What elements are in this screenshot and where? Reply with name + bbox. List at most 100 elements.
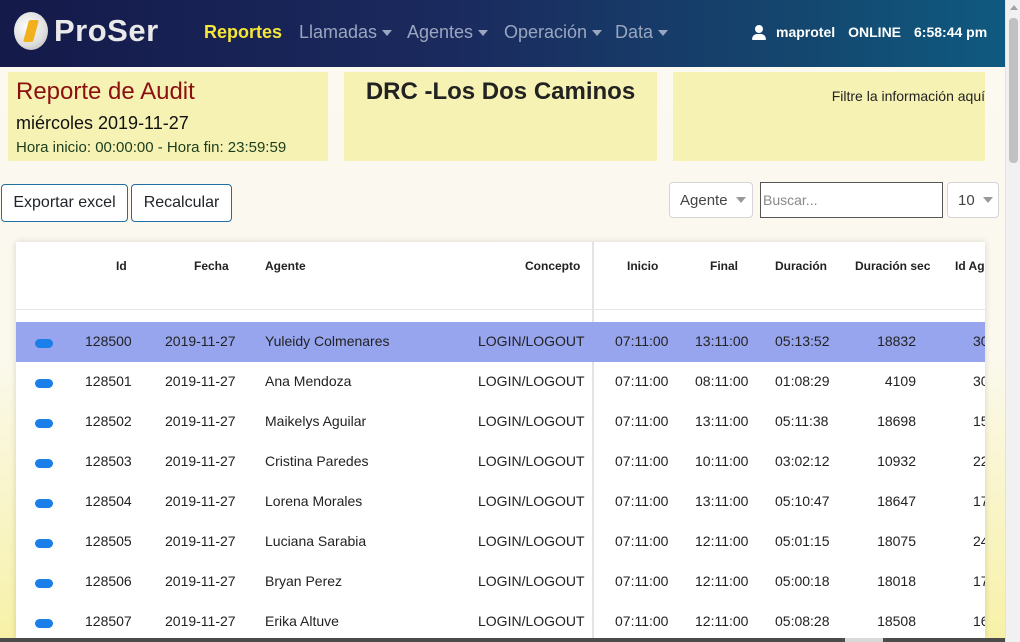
brand-name: ProSer — [54, 13, 159, 48]
cell-concepto: LOGIN/LOGOUT — [478, 573, 585, 589]
col-header-id[interactable]: Id — [116, 259, 127, 273]
row-expand-toggle-icon[interactable] — [35, 379, 53, 388]
col-header-concepto[interactable]: Concepto — [525, 259, 580, 273]
nav-llamadas[interactable]: Llamadas — [299, 22, 393, 43]
cell-id: 128500 — [85, 333, 132, 349]
cell-final: 13:11:00 — [695, 333, 749, 349]
cell-duracion-sec: 10932 — [877, 453, 916, 469]
row-expand-toggle-icon[interactable] — [35, 539, 53, 548]
row-expand-toggle-icon[interactable] — [35, 419, 53, 428]
user-icon — [752, 24, 766, 40]
proser-logo-icon — [14, 12, 48, 50]
chevron-down-icon — [478, 29, 489, 36]
cell-agente: Erika Altuve — [265, 613, 339, 629]
cell-fecha: 2019-11-27 — [165, 573, 236, 589]
row-expand-toggle-icon[interactable] — [35, 499, 53, 508]
cell-duracion: 03:02:12 — [775, 453, 830, 469]
row-expand-toggle-icon[interactable] — [35, 579, 53, 588]
cell-fecha: 2019-11-27 — [165, 333, 236, 349]
cell-inicio: 07:11:00 — [615, 373, 669, 389]
export-excel-button[interactable]: Exportar excel — [1, 184, 128, 222]
cell-concepto: LOGIN/LOGOUT — [478, 613, 585, 629]
cell-duracion: 01:08:29 — [775, 373, 830, 389]
table-row[interactable]: 128506 2019-11-27 Bryan Perez LOGIN/LOGOUT 0… — [16, 562, 985, 602]
cell-agente: Maikelys Aguilar — [265, 413, 367, 429]
col-header-final[interactable]: Final — [710, 259, 738, 273]
page-size-select[interactable]: 10 — [947, 182, 999, 218]
cell-fecha: 2019-11-27 — [165, 533, 236, 549]
chevron-down-icon — [592, 29, 603, 36]
cell-inicio: 07:11:00 — [615, 533, 669, 549]
col-header-agente[interactable]: Agente — [265, 259, 306, 273]
table-row[interactable]: 128501 2019-11-27 Ana Mendoza LOGIN/LOGOUT 0… — [16, 362, 985, 402]
cell-concepto: LOGIN/LOGOUT — [478, 373, 585, 389]
online-status: ONLINE — [848, 24, 902, 40]
user-info[interactable]: maprotel ONLINE 6:58:44 pm — [752, 24, 987, 40]
cell-agente: Yuleidy Colmenares — [265, 333, 390, 349]
cell-agente: Ana Mendoza — [265, 373, 352, 389]
vertical-scrollbar[interactable] — [1005, 0, 1020, 642]
cell-duracion: 05:00:18 — [775, 573, 830, 589]
table-row[interactable]: 128503 2019-11-27 Cristina Paredes LOGIN/LO… — [16, 442, 985, 482]
cell-concepto: LOGIN/LOGOUT — [478, 413, 585, 429]
cell-id: 128501 — [85, 373, 132, 389]
horizontal-scroll-thumb[interactable] — [845, 638, 883, 642]
top-navbar: ProSer Reportes Llamadas Agentes Operaci… — [0, 0, 1005, 67]
nav-reportes[interactable]: Reportes — [204, 22, 282, 43]
cell-duracion: 05:13:52 — [775, 333, 830, 349]
cell-id-agente: 15 — [973, 413, 985, 429]
cell-final: 10:11:00 — [695, 453, 749, 469]
agent-select-value: Agente — [680, 191, 728, 209]
recalcular-button[interactable]: Recalcular — [131, 184, 232, 222]
brand[interactable]: ProSer — [14, 12, 159, 50]
clock: 6:58:44 pm — [914, 24, 988, 40]
nav-agentes[interactable]: Agentes — [407, 22, 489, 43]
cell-duracion-sec: 4109 — [884, 373, 916, 389]
cell-id: 128503 — [85, 453, 132, 469]
search-input[interactable] — [760, 182, 943, 218]
cell-id: 128506 — [85, 573, 132, 589]
cell-id-agente: 16 — [973, 613, 985, 629]
row-expand-toggle-icon[interactable] — [35, 619, 53, 628]
cell-duracion-sec: 18832 — [877, 333, 916, 349]
col-header-fecha[interactable]: Fecha — [194, 259, 229, 273]
cell-inicio: 07:11:00 — [615, 613, 669, 629]
agent-select[interactable]: Agente — [669, 182, 753, 218]
username: maprotel — [776, 24, 836, 40]
table-row[interactable]: 128507 2019-11-27 Erika Altuve LOGIN/LOGOUT… — [16, 602, 985, 638]
table-row[interactable]: 128500 2019-11-27 Yuleidy Colmenares LOGIN/… — [16, 322, 985, 362]
cell-duracion-sec: 18018 — [877, 573, 916, 589]
cell-id: 128505 — [85, 533, 132, 549]
cell-final: 12:11:00 — [695, 533, 749, 549]
table-row[interactable]: 128505 2019-11-27 Luciana Sarabia LOGIN/LOG… — [16, 522, 985, 562]
row-expand-toggle-icon[interactable] — [35, 339, 53, 348]
cell-fecha: 2019-11-27 — [165, 453, 236, 469]
table-row[interactable]: 128502 2019-11-27 Maikelys Aguilar LOGIN/LO… — [16, 402, 985, 442]
scroll-up-arrow-icon[interactable] — [1010, 5, 1018, 10]
center-title: DRC -Los Dos Caminos — [365, 78, 636, 105]
cell-fecha: 2019-11-27 — [165, 373, 236, 389]
row-expand-toggle-icon[interactable] — [35, 459, 53, 468]
nav-data[interactable]: Data — [615, 22, 669, 43]
nav-operacion[interactable]: Operación — [504, 22, 603, 43]
cell-duracion: 05:10:47 — [775, 493, 830, 509]
chevron-down-icon — [382, 29, 393, 36]
cell-duracion-sec: 18698 — [877, 413, 916, 429]
cell-agente: Bryan Perez — [265, 573, 343, 589]
chevron-down-icon — [735, 197, 746, 203]
chevron-down-icon — [982, 197, 993, 203]
cell-fecha: 2019-11-27 — [165, 493, 236, 509]
cell-id-agente: 30 — [973, 333, 985, 349]
cell-duracion: 05:01:15 — [775, 533, 830, 549]
table-row[interactable]: 128504 2019-11-27 Lorena Morales LOGIN/LOGO… — [16, 482, 985, 522]
cell-id: 128502 — [85, 413, 132, 429]
col-header-duracion[interactable]: Duración — [775, 259, 827, 273]
col-header-id-agente[interactable]: Id Ag — [955, 259, 985, 273]
horizontal-scrollbar[interactable] — [0, 638, 1005, 642]
col-header-inicio[interactable]: Inicio — [627, 259, 658, 273]
col-header-duracion-sec[interactable]: Duración sec — [855, 259, 930, 273]
cell-inicio: 07:11:00 — [615, 453, 669, 469]
filter-panel[interactable]: Filtre la información aquí — [673, 72, 985, 161]
vertical-scroll-thumb[interactable] — [1009, 18, 1018, 163]
cell-inicio: 07:11:00 — [615, 573, 669, 589]
